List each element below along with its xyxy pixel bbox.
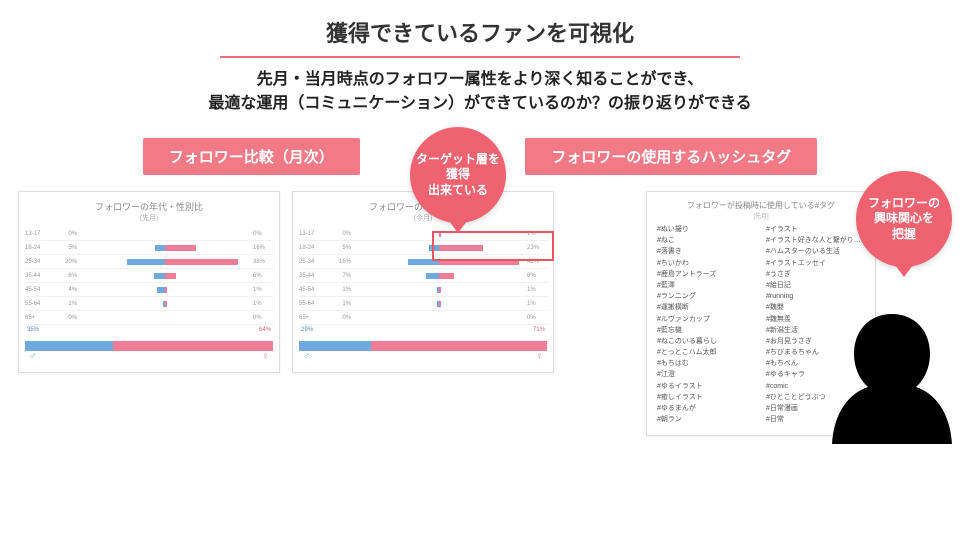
hashtag-item: #藍澤	[657, 280, 756, 291]
hashtag-item: #癒しイラスト	[657, 392, 756, 403]
age-gender-panel-prev: フォロワーの年代・性別比 (先月) 13-170%0%18-245%16%25-…	[18, 191, 280, 373]
panel-period: (今月)	[299, 213, 547, 223]
page-title: 獲得できているファンを可視化	[0, 0, 960, 56]
callout-text: ターゲット層を 獲得 出来ている	[416, 152, 500, 199]
age-row: 35-446%6%	[25, 269, 273, 283]
follower-compare-section: フォロワーの年代・性別比 (先月) 13-170%0%18-245%16%25-…	[18, 191, 558, 373]
hashtag-item: #ランニング	[657, 291, 756, 302]
hashtag-item: #絵日記	[766, 280, 865, 291]
hashtag-item: #ねこ	[657, 235, 756, 246]
hashtag-item: #ハムスターのいる生活	[766, 246, 865, 257]
hashtag-panel-period: [先月]	[657, 211, 865, 220]
callout-text: フォロワーの 興味関心を 把握	[868, 196, 940, 243]
age-row: 55-641%1%	[299, 297, 547, 311]
panel-title: フォロワーの年代・性別比	[25, 200, 273, 213]
title-underline	[220, 56, 740, 58]
age-gender-panel-cur: フォロワーの年代・性別比 (今月) 13-170%1%18-245%23%25-…	[292, 191, 554, 373]
panel-period: (先月)	[25, 213, 273, 223]
hashtag-item: #イラスト好きな人と繋がりたい	[766, 235, 865, 246]
age-row: 35-447%8%	[299, 269, 547, 283]
callout-target: ターゲット層を 獲得 出来ている	[410, 127, 506, 223]
hashtag-panel-title: フォロワーが投稿時に使用している#タグ	[657, 200, 865, 211]
subtitle-line-2: 最適な運用（コミュニケーション）ができているのか？の振り返りができる	[0, 92, 960, 116]
age-row: 45-544%1%	[25, 283, 273, 297]
hashtag-item: #魏嬰	[766, 302, 865, 313]
hashtag-item: #うさぎ	[766, 269, 865, 280]
highlight-target-ages	[432, 231, 554, 261]
hashtag-item: #イラスト	[766, 224, 865, 235]
hashtag-item: #running	[766, 291, 865, 302]
age-row: 25-3420%38%	[25, 255, 273, 269]
hashtag-item: #ねこのいる暮らし	[657, 336, 756, 347]
person-silhouette-icon	[832, 314, 952, 444]
hashtag-item: #イラストエッセイ	[766, 258, 865, 269]
hashtag-section: フォロワーが投稿時に使用している#タグ [先月] #ぬい撮り #イラスト #ねこ #イ…	[576, 191, 942, 436]
age-row: 18-245%16%	[25, 241, 273, 255]
hashtag-item: #ぬい撮り	[657, 224, 756, 235]
tag-follower-hashtags: フォロワーの使用するハッシュタグ	[525, 138, 817, 175]
age-row: 13-170%0%	[25, 227, 273, 241]
age-row: 65+0%0%	[299, 311, 547, 325]
hashtag-item: #鹿島アントラーズ	[657, 269, 756, 280]
hashtag-item: #ちいかわ	[657, 258, 756, 269]
page-subtitle: 先月・当月時点のフォロワー属性をより深く知ることができ、 最適な運用（コミュニケ…	[0, 68, 960, 116]
hashtag-item: #江澄	[657, 369, 756, 380]
hashtag-item: #もちはむ	[657, 358, 756, 369]
hashtag-item: #運搬橫断	[657, 302, 756, 313]
subtitle-line-1: 先月・当月時点のフォロワー属性をより深く知ることができ、	[0, 68, 960, 92]
age-row: 45-541%1%	[299, 283, 547, 297]
hashtag-item: #ゆるイラスト	[657, 381, 756, 392]
hashtag-item: #落書き	[657, 246, 756, 257]
tag-follower-compare: フォロワー比較（月次）	[143, 138, 360, 175]
hashtag-item: #とっとこハム太郎	[657, 347, 756, 358]
age-row: 65+0%0%	[25, 311, 273, 325]
hashtag-item: #ルヴァンカップ	[657, 314, 756, 325]
callout-interest: フォロワーの 興味関心を 把握	[856, 171, 952, 267]
hashtag-item: #藍忘機	[657, 325, 756, 336]
hashtag-item: #ゆるまんが	[657, 403, 756, 414]
hashtag-item: #朝ラン	[657, 414, 756, 425]
age-row: 55-641%1%	[25, 297, 273, 311]
